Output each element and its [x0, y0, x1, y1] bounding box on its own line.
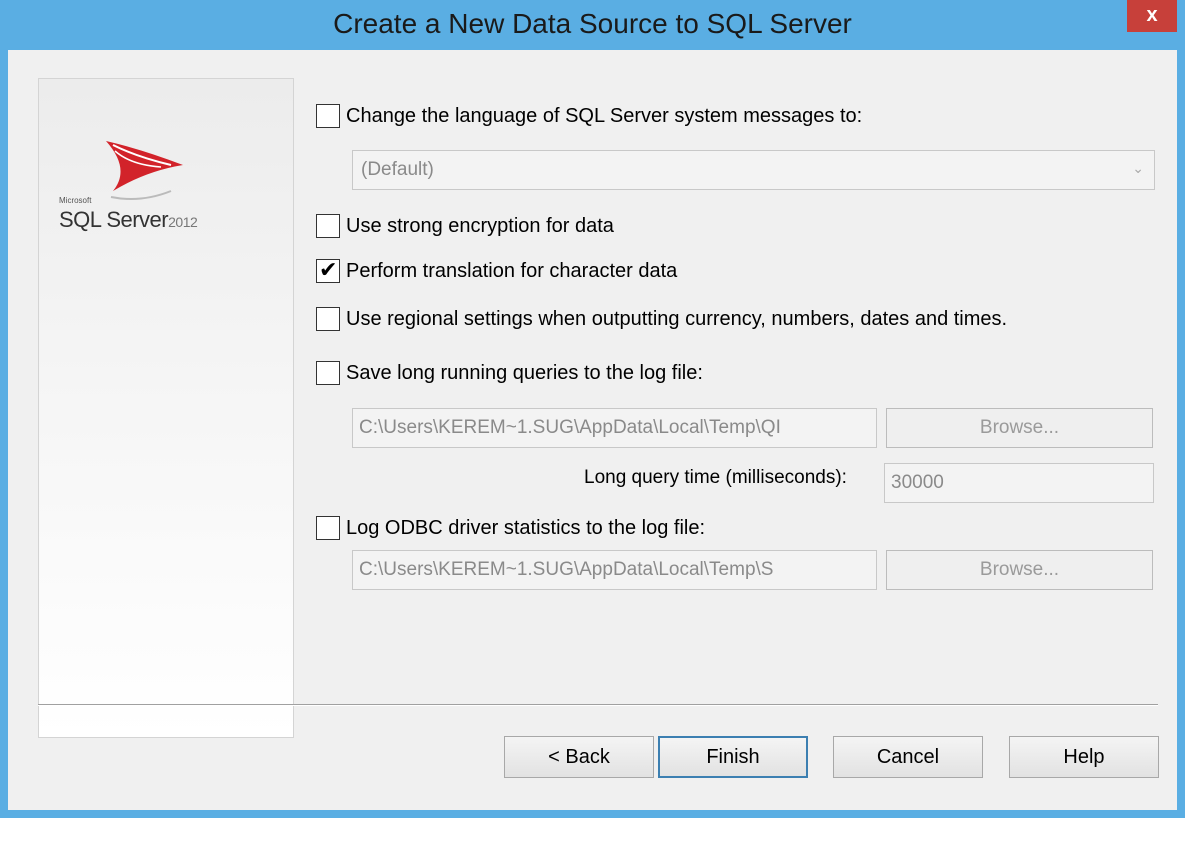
translation-option[interactable]: ✔ Perform translation for character data [316, 257, 678, 283]
product-banner: Microsoft SQL Server2012 [38, 78, 294, 738]
translation-label: Perform translation for character data [346, 259, 678, 282]
save-long-queries-option[interactable]: Save long running queries to the log fil… [316, 361, 703, 385]
help-button[interactable]: Help [1009, 736, 1159, 778]
regional-settings-label: Use regional settings when outputting cu… [346, 307, 1008, 330]
window-title: Create a New Data Source to SQL Server [333, 8, 852, 39]
strong-encryption-label: Use strong encryption for data [346, 214, 614, 237]
divider [38, 704, 1158, 706]
long-query-time-label: Long query time (milliseconds): [584, 467, 847, 488]
finish-button[interactable]: Finish [658, 736, 808, 778]
regional-settings-checkbox[interactable] [316, 307, 340, 331]
cancel-button[interactable]: Cancel [833, 736, 983, 778]
translation-checkbox[interactable]: ✔ [316, 257, 340, 283]
dialog-body: Microsoft SQL Server2012 Change the lang… [8, 50, 1177, 810]
change-language-option[interactable]: Change the language of SQL Server system… [316, 104, 862, 128]
save-long-queries-checkbox[interactable] [316, 361, 340, 385]
dialog-window: Create a New Data Source to SQL Server x… [0, 0, 1185, 818]
strong-encryption-option[interactable]: Use strong encryption for data [316, 214, 614, 238]
product-label: SQL Server [59, 207, 169, 232]
log-stats-label: Log ODBC driver statistics to the log fi… [346, 516, 706, 539]
chevron-down-icon: ⌄ [1132, 160, 1144, 176]
long-query-time-input[interactable]: 30000 [884, 463, 1154, 503]
regional-settings-option[interactable]: Use regional settings when outputting cu… [316, 307, 1007, 331]
stats-log-path-input[interactable]: C:\Users\KEREM~1.SUG\AppData\Local\Temp\… [352, 550, 877, 590]
stats-log-browse-button[interactable]: Browse... [886, 550, 1153, 590]
product-name: SQL Server2012 [59, 207, 198, 233]
strong-encryption-checkbox[interactable] [316, 214, 340, 238]
log-stats-checkbox[interactable] [316, 516, 340, 540]
back-button[interactable]: < Back [504, 736, 654, 778]
checkmark-icon: ✔ [319, 257, 338, 282]
log-stats-option[interactable]: Log ODBC driver statistics to the log fi… [316, 516, 705, 540]
language-select[interactable]: (Default) ⌄ [352, 150, 1155, 190]
microsoft-label: Microsoft [59, 196, 92, 205]
save-long-queries-label: Save long running queries to the log fil… [346, 361, 703, 384]
change-language-checkbox[interactable] [316, 104, 340, 128]
close-button[interactable]: x [1127, 0, 1177, 32]
change-language-label: Change the language of SQL Server system… [346, 104, 863, 127]
title-bar[interactable]: Create a New Data Source to SQL Server x [0, 0, 1185, 50]
product-year: 2012 [168, 214, 198, 230]
sql-server-logo-icon [106, 141, 183, 200]
query-log-path-input[interactable]: C:\Users\KEREM~1.SUG\AppData\Local\Temp\… [352, 408, 877, 448]
query-log-browse-button[interactable]: Browse... [886, 408, 1153, 448]
language-select-value: (Default) [361, 159, 434, 180]
